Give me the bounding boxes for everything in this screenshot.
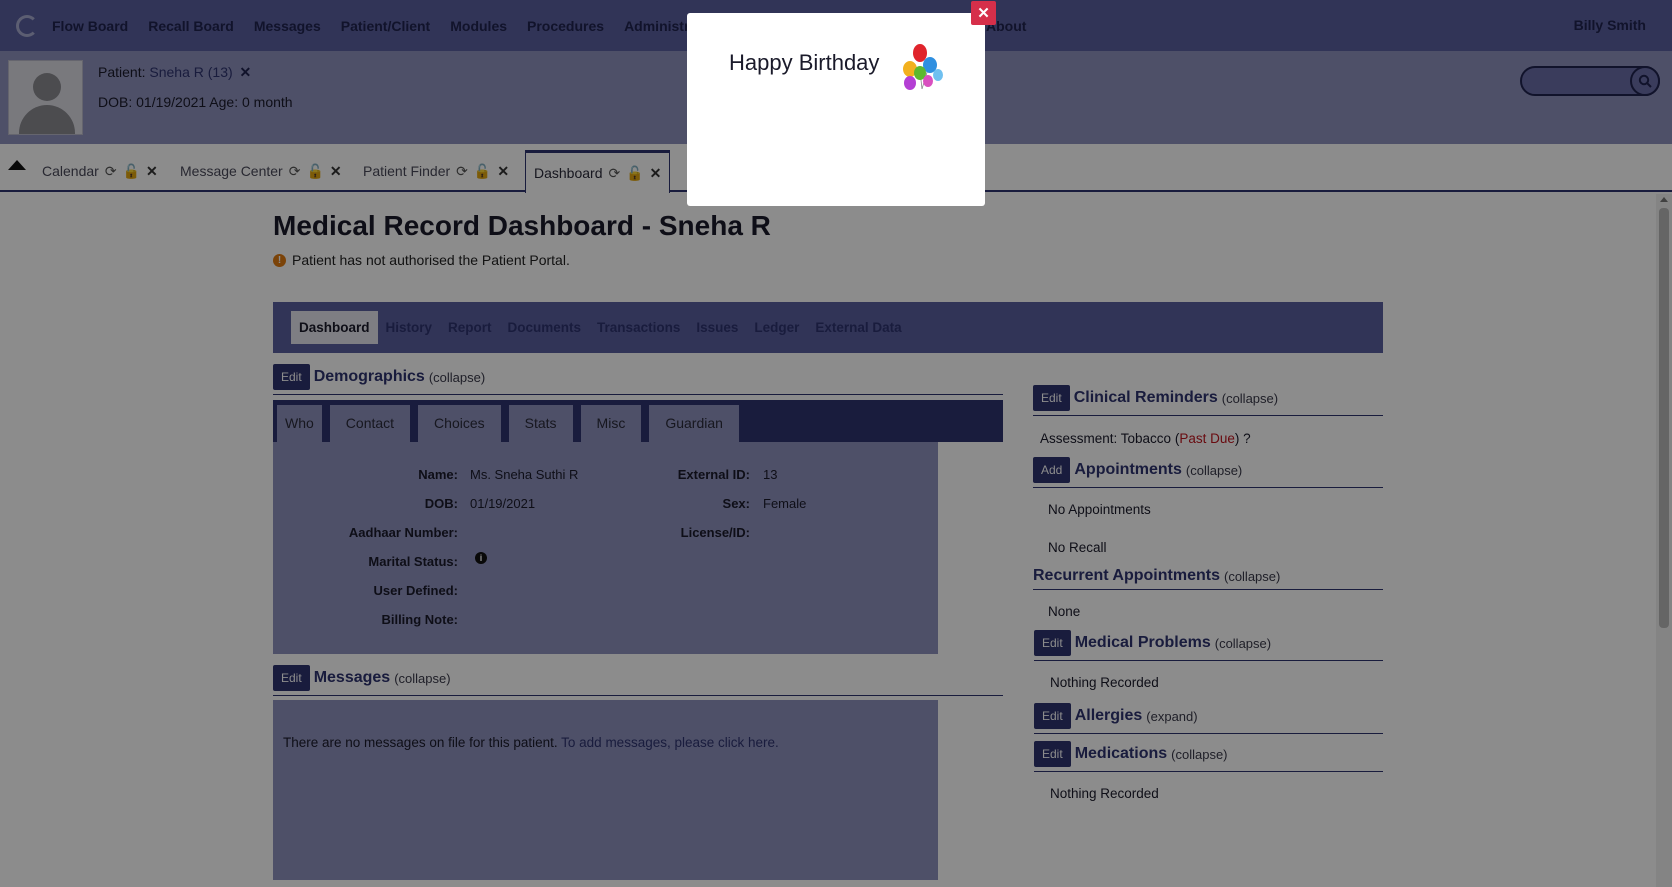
- modal-title: Happy Birthday: [729, 50, 880, 75]
- birthday-modal: Happy Birthday: [687, 13, 985, 206]
- balloons-icon: [903, 44, 943, 90]
- modal-close-button[interactable]: ✕: [971, 1, 996, 25]
